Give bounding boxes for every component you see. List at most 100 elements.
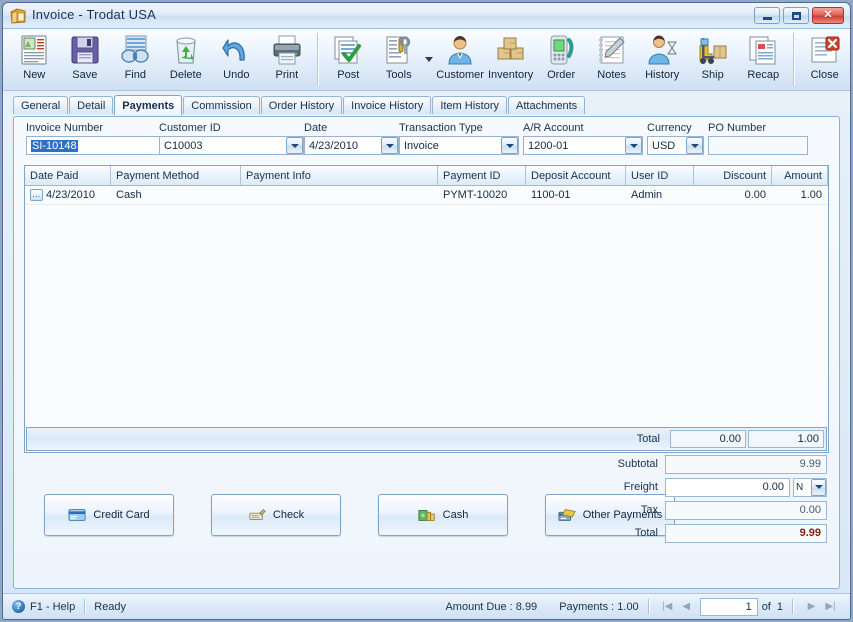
- totals-row-total: Total 9.99: [617, 523, 827, 543]
- amount-due-text: Amount Due : 8.99: [445, 600, 538, 613]
- freight-method-combo[interactable]: N: [793, 477, 827, 497]
- help-question-icon: ?: [12, 600, 25, 613]
- page-number-input[interactable]: 1: [699, 597, 758, 616]
- payment-buttons: Credit Card Check Cash Other Payments: [44, 494, 675, 536]
- nav-prev-button[interactable]: ◀: [677, 601, 696, 612]
- column-header-deposit-account[interactable]: Deposit Account: [526, 166, 626, 185]
- column-header-date-paid[interactable]: Date Paid: [25, 166, 111, 185]
- minimize-button[interactable]: [754, 7, 780, 24]
- toolbar-button-undo[interactable]: Undo: [211, 29, 262, 89]
- toolbar-button-find[interactable]: Find: [110, 29, 161, 89]
- currency-dropdown-button[interactable]: [686, 137, 703, 154]
- field-po-number: PO Number: [708, 122, 808, 155]
- transaction-type-dropdown-button[interactable]: [501, 137, 518, 154]
- close-window-button[interactable]: ✕: [812, 7, 844, 24]
- currency-combo[interactable]: USD: [647, 136, 704, 155]
- recycle-bin-icon: [176, 37, 196, 64]
- cell-deposit-account: 1100-01: [531, 189, 571, 201]
- toolbar-button-print[interactable]: Print: [262, 29, 313, 89]
- tab-detail[interactable]: Detail: [69, 96, 114, 114]
- customer-id-dropdown-button[interactable]: [286, 137, 303, 154]
- po-number-input[interactable]: [708, 136, 808, 155]
- post-checkmark-icon: [334, 36, 362, 64]
- currency-value: USD: [652, 139, 676, 152]
- close-icon: ✕: [823, 9, 833, 21]
- totals-row-subtotal: Subtotal 9.99: [617, 454, 827, 474]
- maximize-button[interactable]: [783, 7, 809, 24]
- printer-icon: [273, 35, 301, 65]
- toolbar-button-label: Inventory: [488, 69, 534, 81]
- check-button-label: Check: [272, 509, 305, 521]
- column-header-discount[interactable]: Discount: [694, 166, 772, 185]
- toolbar-button-delete[interactable]: Delete: [161, 29, 212, 89]
- date-dropdown-button[interactable]: [381, 137, 398, 154]
- order-phone-icon: [550, 35, 574, 65]
- cash-button[interactable]: Cash: [378, 494, 508, 536]
- tab-invoice-history[interactable]: Invoice History: [343, 96, 432, 114]
- nav-last-button[interactable]: ▶|: [821, 601, 840, 612]
- tab-commission[interactable]: Commission: [183, 96, 260, 114]
- history-hourglass-icon: [648, 35, 678, 65]
- window-controls: ✕: [754, 7, 844, 24]
- cell-payment-method: Cash: [116, 189, 142, 201]
- tab-payments[interactable]: Payments: [114, 95, 183, 115]
- column-header-payment-info[interactable]: Payment Info: [241, 166, 438, 185]
- toolbar-button-history[interactable]: History: [637, 29, 688, 89]
- tools-dropdown-arrow[interactable]: [424, 29, 435, 89]
- toolbar-button-label: Undo: [223, 69, 250, 81]
- new-document-icon: [21, 35, 47, 65]
- toolbar-button-order[interactable]: Order: [536, 29, 587, 89]
- field-invoice-number: Invoice Number SI-10148: [26, 122, 161, 155]
- freight-method-dropdown-button[interactable]: [811, 478, 826, 496]
- grid-body: ... 4/23/2010 Cash PYMT-10020 1100-01 Ad…: [25, 186, 828, 427]
- nav-first-button[interactable]: |◀: [658, 601, 677, 612]
- column-header-payment-method[interactable]: Payment Method: [111, 166, 241, 185]
- row-expand-button[interactable]: ...: [30, 189, 43, 201]
- toolbar-button-save[interactable]: Save: [60, 29, 111, 89]
- tab-attachments[interactable]: Attachments: [508, 96, 586, 114]
- toolbar-button-label: Customer: [436, 69, 484, 81]
- field-date: Date 4/23/2010: [304, 122, 399, 155]
- tab-general[interactable]: General: [13, 96, 69, 114]
- ar-account-combo[interactable]: 1200-01: [523, 136, 643, 155]
- toolbar-button-notes[interactable]: Notes: [586, 29, 637, 89]
- customer-id-combo[interactable]: C10003: [159, 136, 304, 155]
- title-bar: Invoice - Trodat USA ✕: [3, 3, 850, 29]
- toolbar-button-ship[interactable]: Ship: [687, 29, 738, 89]
- credit-card-button[interactable]: Credit Card: [44, 494, 174, 536]
- chevron-down-icon: [814, 485, 823, 489]
- date-label: Date: [304, 122, 328, 134]
- column-header-amount[interactable]: Amount: [772, 166, 828, 185]
- chevron-down-icon: [425, 56, 434, 62]
- header-fields: Invoice Number SI-10148 Customer ID C100…: [14, 117, 839, 159]
- toolbar-button-tools[interactable]: Tools: [374, 29, 425, 89]
- customer-id-label: Customer ID: [159, 122, 221, 134]
- invoice-number-input[interactable]: SI-10148: [26, 136, 161, 155]
- tab-item-history[interactable]: Item History: [432, 96, 507, 114]
- date-combo[interactable]: 4/23/2010: [304, 136, 399, 155]
- toolbar-button-label: History: [645, 69, 680, 81]
- cell-amount: 1.00: [800, 189, 822, 201]
- table-row[interactable]: ... 4/23/2010 Cash PYMT-10020 1100-01 Ad…: [25, 186, 828, 205]
- nav-next-button[interactable]: ▶: [802, 601, 821, 612]
- po-number-label: PO Number: [708, 122, 767, 134]
- ar-account-dropdown-button[interactable]: [625, 137, 642, 154]
- toolbar-button-new[interactable]: New: [9, 29, 60, 89]
- help-section[interactable]: ? F1 - Help: [12, 600, 75, 613]
- toolbar-button-label: Recap: [747, 69, 780, 81]
- toolbar-button-recap[interactable]: Recap: [738, 29, 789, 89]
- check-button[interactable]: Check: [211, 494, 341, 536]
- toolbar-button-post[interactable]: Post: [323, 29, 374, 89]
- window-title: Invoice - Trodat USA: [32, 7, 156, 22]
- toolbar-button-customer[interactable]: Customer: [435, 29, 486, 89]
- freight-value[interactable]: 0.00: [665, 477, 790, 497]
- transaction-type-combo[interactable]: Invoice: [399, 136, 519, 155]
- transaction-type-label: Transaction Type: [399, 122, 483, 134]
- cell-discount: 0.00: [744, 189, 766, 201]
- column-header-user-id[interactable]: User ID: [626, 166, 694, 185]
- toolbar-button-inventory[interactable]: Inventory: [485, 29, 536, 89]
- toolbar-button-close[interactable]: Close: [799, 29, 850, 89]
- column-header-payment-id[interactable]: Payment ID: [438, 166, 526, 185]
- undo-arrow-icon: [222, 39, 246, 61]
- tab-order-history[interactable]: Order History: [260, 96, 343, 114]
